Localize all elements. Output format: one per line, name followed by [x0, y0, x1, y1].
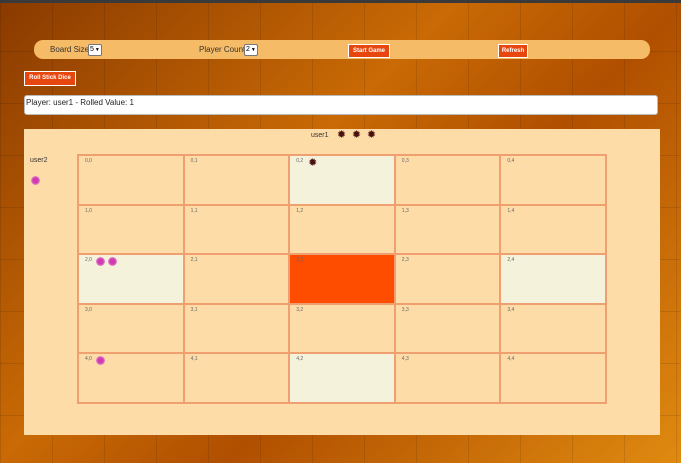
cell-coordinate-label: 3,2 [296, 306, 304, 313]
chevron-down-icon: ▼ [94, 47, 100, 53]
board-cell-4-4[interactable]: 4,4 [500, 353, 606, 403]
cell-coordinate-label: 2,1 [190, 257, 198, 264]
cell-pieces [96, 257, 117, 267]
cell-coordinate-label: 0,3 [401, 158, 409, 164]
user2-waiting-pieces [31, 176, 40, 185]
board-cell-2-1[interactable]: 2,1 [183, 254, 290, 304]
cell-coordinate-label: 2,4 [507, 257, 515, 264]
cell-coordinate-label: 1,1 [190, 207, 198, 214]
board-cell-3-0[interactable]: 3,0 [78, 303, 184, 354]
board-cell-2-3[interactable]: 2,3 [394, 254, 501, 304]
board-cell-1-3[interactable]: 1,3 [394, 204, 501, 255]
window-top-strip [0, 0, 681, 3]
player-count-value: 2 [246, 46, 250, 53]
game-toolbar: Board Size 5▼ Player Count 2▼ Start Game… [34, 40, 650, 59]
cell-coordinate-label: 4,4 [507, 356, 515, 363]
cell-coordinate-label: 3,0 [85, 306, 92, 313]
user1-waiting-pieces: ✹ ✹ ✹ [336, 130, 377, 141]
user1-piece-icon[interactable]: ✹ [307, 158, 318, 169]
chevron-down-icon: ▼ [250, 47, 256, 53]
cell-coordinate-label: 1,0 [85, 207, 92, 214]
cell-coordinate-label: 1,4 [507, 207, 515, 214]
cell-coordinate-label: 0,0 [85, 158, 92, 164]
user2-piece-icon[interactable] [96, 257, 105, 267]
board-cell-4-2[interactable]: 4,2 [289, 353, 395, 403]
cell-coordinate-label: 2,0 [85, 257, 92, 264]
board-cell-2-0[interactable]: 2,0 [78, 254, 184, 304]
start-game-button[interactable]: Start Game [348, 44, 390, 58]
cell-coordinate-label: 0,2 [296, 158, 304, 164]
game-board-grid: 0,0 0,1 0,2 ✹ 0,3 0,4 1,0 1,1 1,2 1,3 1,4 2,0 2,1 2,2… [77, 154, 607, 404]
board-size-label: Board Size [50, 45, 90, 54]
cell-coordinate-label: 0,4 [507, 158, 515, 164]
board-cell-0-4[interactable]: 0,4 [500, 155, 606, 205]
cell-coordinate-label: 4,3 [401, 356, 409, 363]
board-cell-3-4[interactable]: 3,4 [500, 303, 606, 354]
board-cell-4-3[interactable]: 4,3 [394, 353, 501, 403]
cell-coordinate-label: 3,4 [507, 306, 515, 313]
player-count-select[interactable]: 2▼ [244, 44, 258, 56]
cell-coordinate-label: 2,3 [401, 257, 409, 264]
player-user2-label: user2 [30, 157, 48, 164]
cell-coordinate-label: 1,3 [401, 207, 409, 214]
board-cell-3-3[interactable]: 3,3 [394, 303, 501, 354]
cell-coordinate-label: 3,3 [401, 306, 409, 313]
board-cell-0-2[interactable]: 0,2 ✹ [289, 155, 395, 205]
board-cell-3-1[interactable]: 3,1 [183, 303, 290, 354]
board-cell-2-2[interactable]: 2,2 [289, 254, 395, 304]
user1-piece-icon[interactable]: ✹ [336, 130, 347, 141]
user2-piece-icon[interactable] [31, 176, 40, 185]
board-cell-0-0[interactable]: 0,0 [78, 155, 184, 205]
status-message: Player: user1 - Rolled Value: 1 [24, 95, 658, 115]
cell-pieces: ✹ [307, 158, 318, 169]
cell-coordinate-label: 4,2 [296, 356, 304, 363]
board-cell-1-0[interactable]: 1,0 [78, 204, 184, 255]
player-user1-label: user1 [311, 132, 329, 139]
cell-coordinate-label: 0,1 [190, 158, 198, 164]
board-cell-2-4[interactable]: 2,4 [500, 254, 606, 304]
cell-coordinate-label: 3,1 [190, 306, 198, 313]
roll-stick-dice-button[interactable]: Roll Stick Dice [24, 71, 76, 86]
board-cell-1-4[interactable]: 1,4 [500, 204, 606, 255]
cell-pieces [96, 356, 105, 366]
cell-coordinate-label: 4,0 [85, 356, 92, 363]
board-cell-1-2[interactable]: 1,2 [289, 204, 395, 255]
cell-coordinate-label: 1,2 [296, 207, 304, 214]
player-count-label: Player Count [199, 45, 246, 54]
board-cell-4-0[interactable]: 4,0 [78, 353, 184, 403]
user2-piece-icon[interactable] [96, 356, 105, 366]
board-cell-0-1[interactable]: 0,1 [183, 155, 290, 205]
board-size-value: 5 [90, 46, 94, 53]
board-cell-0-3[interactable]: 0,3 [394, 155, 501, 205]
board-cell-4-1[interactable]: 4,1 [183, 353, 290, 403]
board-cell-1-1[interactable]: 1,1 [183, 204, 290, 255]
board-cell-3-2[interactable]: 3,2 [289, 303, 395, 354]
refresh-button[interactable]: Refresh [498, 44, 528, 58]
user2-piece-icon[interactable] [108, 257, 117, 267]
user1-piece-icon[interactable]: ✹ [351, 130, 362, 141]
board-size-select[interactable]: 5▼ [88, 44, 102, 56]
user1-piece-icon[interactable]: ✹ [366, 130, 377, 141]
cell-coordinate-label: 2,2 [296, 257, 304, 264]
cell-coordinate-label: 4,1 [190, 356, 198, 363]
